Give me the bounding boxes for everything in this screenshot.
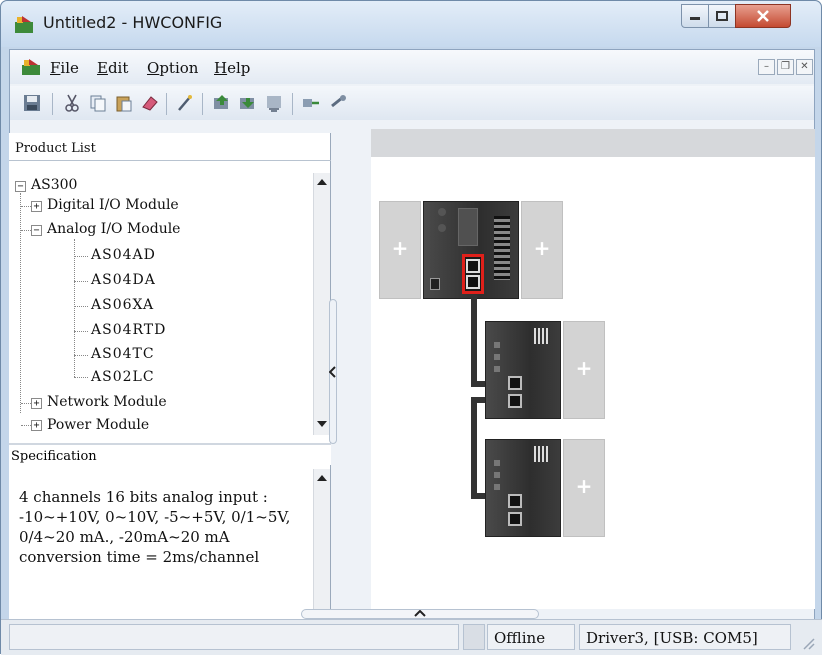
horizontal-splitter-handle[interactable] [301,609,539,619]
toolbar [10,86,814,120]
tree-item-digital-io[interactable]: Digital I/O Module [47,197,179,213]
tree-item-as04ad[interactable]: AS04AD [91,247,156,263]
resize-grip-icon[interactable] [801,636,815,650]
maximize-icon [716,11,728,21]
specification-header: Specification [9,443,331,465]
upload-icon[interactable] [212,93,232,113]
paste-icon[interactable] [114,93,134,113]
tree-root-as300[interactable]: AS300 [31,177,77,193]
mdi-minimize-button[interactable]: – [758,59,775,75]
title-bar[interactable]: Untitled2 - HWCONFIG [1,1,821,47]
close-icon [757,10,769,22]
application-window: Untitled2 - HWCONFIG File Edit Option He… [0,0,822,655]
tree-expand-power[interactable]: + [31,420,42,431]
tree-item-network[interactable]: Network Module [47,394,167,410]
status-mode: Offline [487,624,575,650]
empty-slot-row3[interactable]: + [563,439,605,537]
menu-file[interactable]: File [50,59,79,77]
tree-item-as06xa[interactable]: AS06XA [91,297,154,313]
cut-icon[interactable] [62,93,82,113]
tree-expand-digital[interactable]: + [31,201,42,212]
remote-module-1[interactable] [485,321,561,419]
product-list-panel: Product List − AS300 + Digital I/O Modul… [9,133,331,651]
network-cable-1 [471,295,477,385]
tree-item-power[interactable]: Power Module [47,417,149,431]
scroll-down-arrow[interactable] [317,421,327,427]
tree-item-analog-io[interactable]: Analog I/O Module [47,221,180,237]
tree-item-as04rtd[interactable]: AS04RTD [91,322,166,338]
empty-slot-right[interactable]: + [521,201,563,299]
minimize-icon [690,17,700,20]
wand-icon[interactable] [175,93,195,113]
mdi-restore-button[interactable]: ❐ [777,59,794,75]
product-list-header: Product List [9,133,331,161]
menu-edit[interactable]: Edit [97,59,128,77]
specification-text: 4 channels 16 bits analog input : -10~+1… [19,488,291,566]
menu-bar: File Edit Option Help – ❐ ✕ [10,50,814,84]
tree-expand-network[interactable]: + [31,398,42,409]
status-bar: Offline Driver3, [USB: COM5] [1,619,822,655]
window-title: Untitled2 - HWCONFIG [43,13,223,32]
status-indicator [463,624,485,650]
empty-slot-row2[interactable]: + [563,321,605,419]
tree-collapse-analog[interactable]: − [31,225,42,236]
minimize-button[interactable] [681,4,709,28]
mdi-close-button[interactable]: ✕ [796,59,813,75]
collapse-up-icon [414,610,426,617]
tree-item-as04da[interactable]: AS04DA [91,272,156,288]
transfer-icon[interactable] [301,93,321,113]
link-icon[interactable] [328,93,348,113]
erase-icon[interactable] [140,93,160,113]
tree-item-as04tc[interactable]: AS04TC [91,346,155,362]
scroll-up-arrow[interactable] [317,179,327,185]
tree-scrollbar[interactable] [313,173,330,435]
collapse-left-icon [329,366,336,378]
menu-help[interactable]: Help [214,59,250,77]
selected-port-frame[interactable] [462,254,484,294]
copy-icon[interactable] [88,93,108,113]
save-icon[interactable] [22,93,42,113]
spec-scroll-up-arrow[interactable] [317,475,327,481]
canvas-header-bar [371,129,815,157]
panel-splitter[interactable] [329,299,337,444]
maximize-button[interactable] [708,4,736,28]
menu-option[interactable]: Option [147,59,198,77]
app-icon [15,16,33,33]
tree-item-as02lc[interactable]: AS02LC [91,369,155,385]
document-icon [22,59,40,75]
status-message-area [9,624,459,650]
scan-icon[interactable] [264,93,284,113]
close-button[interactable] [735,4,791,28]
remote-module-2[interactable] [485,439,561,537]
status-driver: Driver3, [USB: COM5] [579,624,791,650]
download-icon[interactable] [238,93,258,113]
tree-collapse-as300[interactable]: − [15,181,26,192]
empty-slot-left[interactable]: + [379,201,421,299]
cpu-module[interactable] [423,201,519,299]
network-cable-2 [471,397,477,497]
